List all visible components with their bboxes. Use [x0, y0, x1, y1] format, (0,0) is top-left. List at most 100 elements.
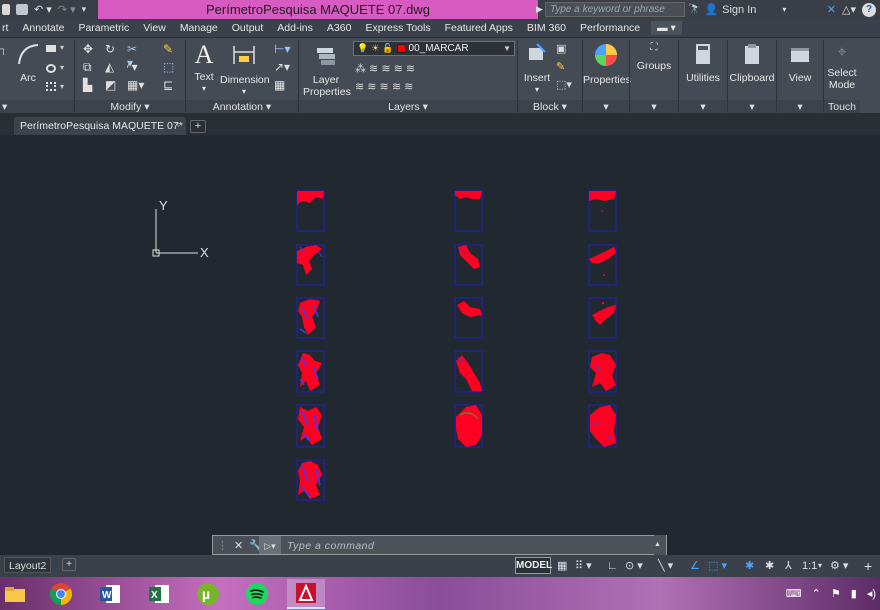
- properties-button[interactable]: Properties: [583, 42, 631, 86]
- layout-tab[interactable]: Layout2: [4, 557, 52, 573]
- isodraft-icon[interactable]: ╲ ▾: [658, 559, 673, 573]
- tab-view[interactable]: View: [136, 22, 173, 34]
- binoculars-icon[interactable]: 🔭: [688, 4, 700, 15]
- edit-attributes-icon[interactable]: ⬚▾: [556, 78, 572, 91]
- leader-icon[interactable]: ↗▾: [274, 60, 290, 74]
- tab-insert[interactable]: rt: [0, 22, 15, 34]
- annotation-visibility-icon[interactable]: ✱: [745, 559, 754, 573]
- word-button[interactable]: W: [91, 579, 129, 609]
- tab-a360[interactable]: A360: [320, 22, 359, 34]
- ortho-icon[interactable]: ∟: [607, 559, 618, 573]
- frame-col1-row4[interactable]: [296, 350, 325, 393]
- tab-express-tools[interactable]: Express Tools: [358, 22, 437, 34]
- tab-add-ins[interactable]: Add-ins: [270, 22, 320, 34]
- frame-col1-row2[interactable]: [296, 244, 325, 286]
- help-search-input[interactable]: Type a keyword or phrase: [545, 2, 685, 17]
- object-snap-tracking-icon[interactable]: ∠: [690, 559, 700, 573]
- create-block-icon[interactable]: ▣: [556, 42, 569, 55]
- help-icon[interactable]: ?: [862, 2, 876, 17]
- properties-panel-label[interactable]: ▾: [583, 100, 629, 114]
- ribbon-tabs-dropdown[interactable]: ▬ ▾: [651, 21, 682, 35]
- undo-icon[interactable]: ↶ ▾: [34, 3, 52, 16]
- clipboard-panel-label[interactable]: ▾: [728, 100, 776, 114]
- frame-col2-row2[interactable]: [454, 244, 483, 286]
- frame-col2-row1[interactable]: [454, 190, 483, 232]
- frame-col3-row2[interactable]: [588, 244, 617, 286]
- utilities-button[interactable]: Utilities: [679, 42, 727, 84]
- object-snap-icon[interactable]: ⬚ ▾: [708, 559, 727, 573]
- rotate-icon[interactable]: ↻: [105, 42, 118, 56]
- print-icon[interactable]: [16, 4, 28, 15]
- annotation-panel-label[interactable]: Annotation ▾: [186, 100, 298, 114]
- layer-tool-2-icon[interactable]: ≋ ≋ ≋ ≋ ≋: [355, 80, 413, 93]
- close-tab-icon[interactable]: ×: [174, 117, 180, 135]
- boundary-dropdown-icon[interactable]: ▾: [60, 82, 64, 91]
- hatch-dropdown-icon[interactable]: ▾: [60, 63, 64, 72]
- erase-icon[interactable]: ✎: [163, 42, 176, 56]
- utilities-panel-label[interactable]: ▾: [679, 100, 727, 114]
- explode-icon[interactable]: ⬚: [163, 60, 176, 74]
- battery-icon[interactable]: ▮: [851, 587, 857, 600]
- linear-dim-icon[interactable]: ⊢▾: [274, 42, 290, 56]
- save-icon[interactable]: [2, 4, 10, 15]
- rect-dropdown-icon[interactable]: ▾: [60, 43, 64, 52]
- table-icon[interactable]: ▦: [274, 78, 287, 92]
- volume-icon[interactable]: ◂): [867, 587, 876, 600]
- frame-col2-row4[interactable]: [454, 350, 483, 393]
- annotation-scale-icon[interactable]: ⅄: [785, 559, 792, 573]
- view-button[interactable]: View: [777, 42, 823, 84]
- model-space-button[interactable]: MODEL: [515, 557, 552, 574]
- trim-icon[interactable]: ✂▾: [127, 42, 140, 70]
- frame-col1-row6[interactable]: [296, 459, 325, 501]
- frame-col2-row5[interactable]: [454, 404, 483, 448]
- command-history-icon[interactable]: ▲: [654, 535, 666, 555]
- spotify-button[interactable]: [238, 579, 276, 609]
- autocad-button[interactable]: [287, 579, 325, 609]
- tab-manage[interactable]: Manage: [173, 22, 225, 34]
- a360-icon[interactable]: △▾: [842, 3, 856, 16]
- array-icon[interactable]: ▦▾: [127, 78, 144, 92]
- clipboard-button[interactable]: Clipboard: [728, 42, 776, 84]
- tray-expand-icon[interactable]: ⌃: [812, 587, 821, 600]
- file-tab[interactable]: PerímetroPesquisa MAQUETE 07* ×: [14, 117, 186, 135]
- frame-col3-row3[interactable]: [588, 297, 617, 339]
- layers-panel-label[interactable]: Layers ▾: [299, 100, 517, 114]
- frame-col3-row4[interactable]: [588, 350, 617, 393]
- dimension-button[interactable]: Dimension ▾: [220, 42, 270, 98]
- block-panel-label[interactable]: Block ▾: [518, 100, 582, 114]
- tab-bim360[interactable]: BIM 360: [520, 22, 573, 34]
- frame-col1-row1[interactable]: [296, 190, 325, 232]
- arc-button[interactable]: Arc: [13, 42, 43, 84]
- groups-panel-label[interactable]: ▾: [630, 100, 678, 114]
- tab-parametric[interactable]: Parametric: [71, 22, 136, 34]
- scale-dropdown-icon[interactable]: ▾: [818, 559, 822, 573]
- snap-icon[interactable]: ⠿ ▾: [575, 559, 592, 573]
- frame-col3-row5[interactable]: [588, 404, 617, 448]
- layer-dropdown[interactable]: 💡 ☀ 🔓 00_MARCAR ▼: [353, 41, 515, 56]
- flag-icon[interactable]: ⚑: [831, 587, 841, 600]
- recent-commands-button[interactable]: ▷▾: [259, 536, 281, 554]
- search-expand-icon[interactable]: ▶: [536, 4, 543, 15]
- insert-button[interactable]: Insert ▾: [520, 42, 554, 96]
- view-panel-label[interactable]: ▾: [777, 100, 823, 114]
- excel-button[interactable]: X: [140, 579, 178, 609]
- sign-in-dropdown-icon[interactable]: ▾: [782, 5, 786, 14]
- select-mode-button[interactable]: ⌖ Select Mode: [824, 42, 860, 91]
- boundary-icon[interactable]: [46, 82, 56, 91]
- frame-col2-row3[interactable]: [454, 297, 483, 339]
- scale-icon[interactable]: ◩: [105, 78, 118, 92]
- workspace-gear-icon[interactable]: ⚙ ▾: [830, 559, 848, 573]
- workspace-dropdown-icon[interactable]: ▾: [82, 4, 87, 15]
- utorrent-button[interactable]: µ: [189, 579, 227, 609]
- file-explorer-button[interactable]: [0, 579, 34, 609]
- redo-icon[interactable]: ↷ ▾: [58, 3, 76, 16]
- customize-status-icon[interactable]: +: [864, 559, 872, 573]
- frame-col1-row5[interactable]: [296, 404, 325, 448]
- text-button[interactable]: A Text ▾: [190, 42, 218, 95]
- edit-block-icon[interactable]: ✎: [556, 60, 569, 73]
- tab-performance[interactable]: Performance: [573, 22, 647, 34]
- frame-col1-row3[interactable]: [296, 297, 325, 339]
- command-grip-icon[interactable]: ⋮: [217, 539, 228, 552]
- layer-properties-button[interactable]: Layer Properties: [303, 42, 351, 98]
- line-icon[interactable]: ┐: [0, 44, 13, 55]
